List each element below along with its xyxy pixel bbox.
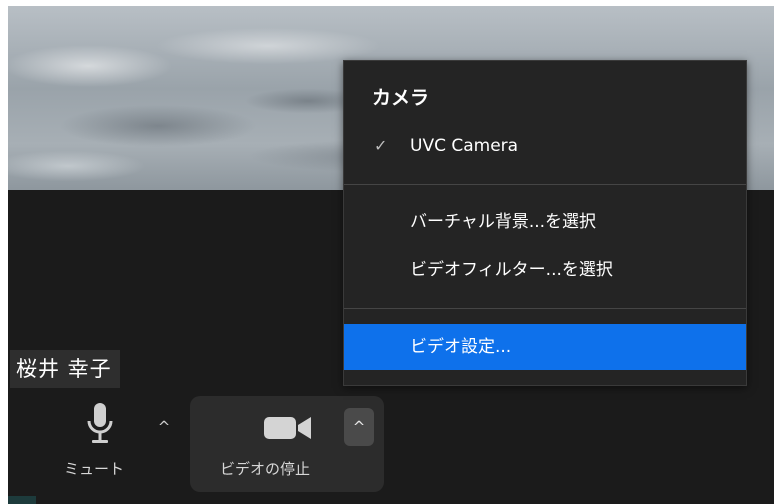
menu-divider bbox=[344, 308, 746, 309]
window-bottom-edge bbox=[8, 496, 36, 504]
video-options-menu: カメラ ✓ UVC Camera バーチャル背景...を選択 ビデオフィルター.… bbox=[343, 60, 747, 386]
mute-label: ミュート bbox=[64, 460, 125, 478]
video-options-caret-icon[interactable]: ^ bbox=[344, 408, 374, 446]
menu-item-video-filter[interactable]: ビデオフィルター...を選択 bbox=[344, 251, 746, 289]
window-edge bbox=[0, 0, 8, 504]
stop-video-button-group: ビデオの停止 ^ bbox=[190, 396, 384, 492]
menu-item-label: UVC Camera bbox=[410, 136, 519, 156]
menu-item-video-settings[interactable]: ビデオ設定... bbox=[344, 324, 746, 370]
menu-heading-camera: カメラ bbox=[372, 87, 430, 109]
menu-item-uvc-camera[interactable]: ✓ UVC Camera bbox=[344, 127, 746, 165]
zoom-meeting-window: 桜井 幸子 ミュート ^ ビデオの停止 ^ カメラ ✓ UVC Camera バ… bbox=[0, 0, 774, 504]
participant-name: 桜井 幸子 bbox=[16, 357, 112, 381]
menu-divider bbox=[344, 184, 746, 185]
stop-video-button[interactable]: ビデオの停止 bbox=[190, 396, 340, 492]
menu-item-label: ビデオフィルター...を選択 bbox=[410, 260, 613, 280]
participant-name-tag: 桜井 幸子 bbox=[10, 350, 120, 388]
menu-item-virtual-background[interactable]: バーチャル背景...を選択 bbox=[344, 203, 746, 241]
stop-video-label: ビデオの停止 bbox=[220, 460, 311, 478]
menu-item-label: ビデオ設定... bbox=[410, 337, 512, 357]
checkmark-icon: ✓ bbox=[374, 136, 388, 155]
microphone-icon bbox=[87, 403, 113, 443]
mute-button[interactable]: ミュート bbox=[60, 396, 150, 488]
audio-options-caret-icon[interactable]: ^ bbox=[152, 414, 176, 440]
menu-item-label: バーチャル背景...を選択 bbox=[410, 212, 597, 232]
video-camera-icon bbox=[264, 417, 311, 439]
